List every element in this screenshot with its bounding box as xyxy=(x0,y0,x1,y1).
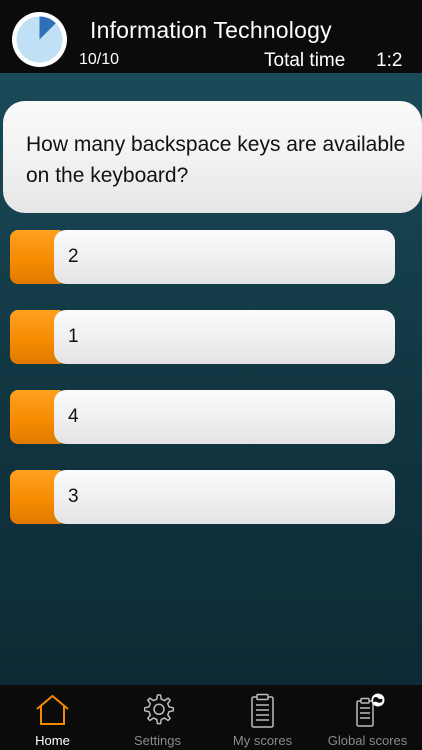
gear-icon xyxy=(143,694,175,725)
tab-global-scores[interactable]: Global scores xyxy=(315,685,420,750)
total-time-label: Total time xyxy=(264,50,346,71)
tab-settings[interactable]: Settings xyxy=(105,685,210,750)
tab-label: My scores xyxy=(232,733,293,748)
answer-option-4[interactable]: 3 xyxy=(10,470,395,524)
answer-bar[interactable] xyxy=(54,470,395,524)
home-icon xyxy=(36,695,69,725)
clipboard-icon xyxy=(251,693,274,728)
answer-option-3[interactable]: 4 xyxy=(10,390,395,444)
answer-bar[interactable] xyxy=(54,390,395,444)
tab-my-scores[interactable]: My scores xyxy=(210,685,315,750)
answer-bar[interactable] xyxy=(54,230,395,284)
timer-icon xyxy=(12,12,67,67)
answer-label: 3 xyxy=(68,486,79,507)
bottom-tab-bar: Home Settings My scores Global scores xyxy=(0,685,422,750)
question-progress: 10/10 xyxy=(79,51,120,68)
answer-label: 2 xyxy=(68,246,79,267)
question-card: How many backspace keys are available on… xyxy=(3,101,422,213)
answer-bar[interactable] xyxy=(54,310,395,364)
answer-option-2[interactable]: 1 xyxy=(10,310,395,364)
tab-label: Global scores xyxy=(327,733,408,748)
answer-label: 4 xyxy=(68,406,79,427)
header-bar: Information Technology 10/10 Total time … xyxy=(0,0,422,73)
total-time-value: 1:2 xyxy=(376,50,403,71)
quiz-title: Information Technology xyxy=(90,17,332,43)
global-scores-icon xyxy=(356,693,385,727)
answer-label: 1 xyxy=(68,326,79,347)
question-text: How many backspace keys are available on… xyxy=(26,133,406,187)
tab-label: Home xyxy=(35,733,70,748)
tab-label: Settings xyxy=(134,733,181,748)
tab-home[interactable]: Home xyxy=(0,685,105,750)
answer-option-1[interactable]: 2 xyxy=(10,230,395,284)
